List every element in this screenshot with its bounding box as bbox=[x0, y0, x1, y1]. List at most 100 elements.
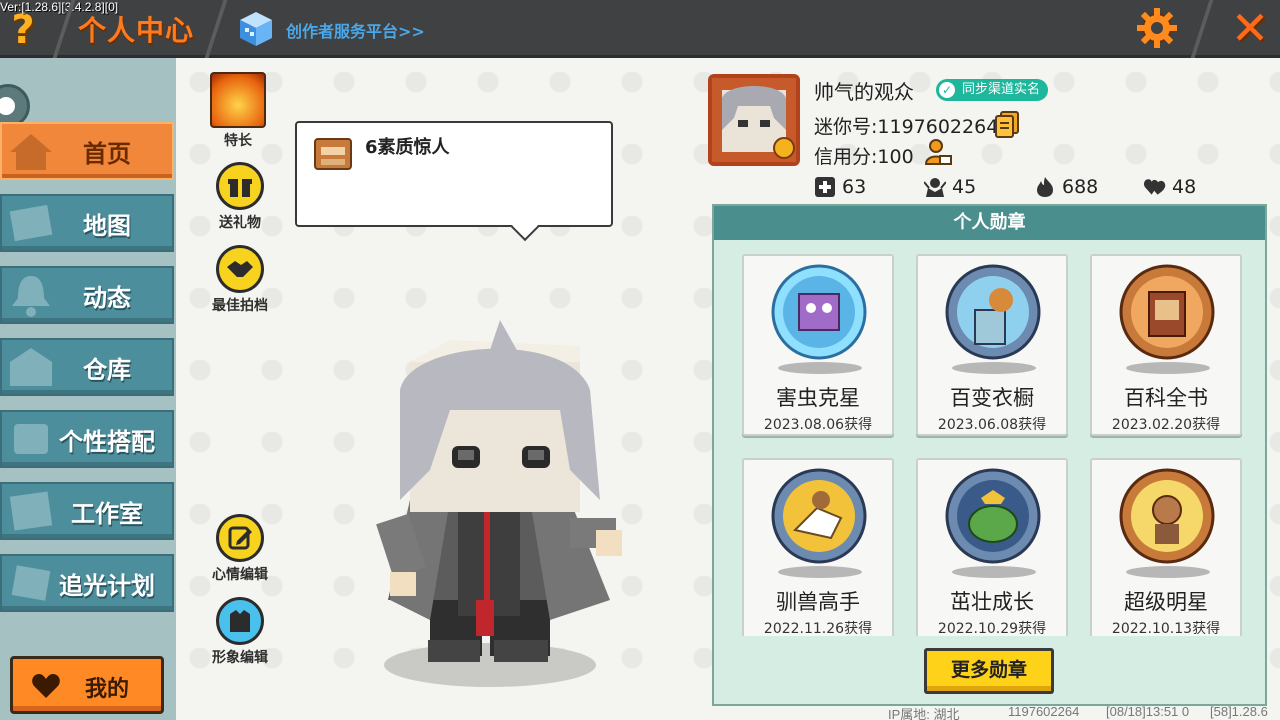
credit-score: 信用分:100 bbox=[814, 146, 914, 168]
sidebar-item-label: 个性搭配 bbox=[59, 427, 155, 456]
gift-button[interactable]: 送礼物 bbox=[200, 162, 280, 232]
footer-time: [08/18]13:51 0 bbox=[1106, 704, 1190, 719]
medal-date: 2023.02.20获得 bbox=[1111, 417, 1221, 433]
medal-date: 2023.08.06获得 bbox=[763, 417, 873, 433]
medal-name: 害虫克星 bbox=[776, 386, 860, 410]
profile-avatar[interactable] bbox=[708, 74, 800, 166]
talent-icon bbox=[210, 72, 266, 128]
sidebar-item-label: 仓库 bbox=[83, 355, 131, 384]
avatar-edit-label: 形象编辑 bbox=[212, 650, 268, 666]
edit-icon bbox=[216, 514, 264, 562]
top-bar: ? Ver:[1.28.6][3.4.2.8][0] 个人中心 创作者服务平台>… bbox=[0, 0, 1280, 58]
credit-user-icon[interactable] bbox=[924, 138, 952, 166]
stat-posts-value: 63 bbox=[842, 176, 867, 198]
more-medals-button[interactable]: 更多勋章 bbox=[924, 648, 1054, 694]
home-icon bbox=[10, 134, 52, 170]
gift-label: 送礼物 bbox=[219, 215, 261, 231]
handshake-icon bbox=[216, 245, 264, 293]
book-medal-icon bbox=[1119, 264, 1215, 360]
hearts-icon bbox=[1144, 179, 1166, 195]
sidebar-item-map[interactable]: 地图 bbox=[0, 194, 174, 252]
sidebar-item-outfit[interactable]: 个性搭配 bbox=[0, 410, 174, 468]
stat-likes[interactable]: 48 bbox=[1144, 174, 1196, 200]
bug-medal-icon bbox=[771, 264, 867, 360]
character-badge-icon bbox=[314, 138, 352, 170]
fans-icon bbox=[924, 178, 946, 197]
medal-shadow bbox=[952, 362, 1036, 374]
medal-card-superstar[interactable]: 超级明星 2022.10.13获得 bbox=[1090, 458, 1242, 636]
ip-location: IP属地: 湖北 bbox=[888, 707, 960, 720]
user-check-icon: ✓ bbox=[939, 82, 955, 98]
medal-name: 超级明星 bbox=[1124, 590, 1208, 614]
mood-bubble: 6素质惊人 bbox=[295, 121, 613, 227]
divider bbox=[1190, 0, 1214, 58]
medal-card-beast-tamer[interactable]: 驯兽高手 2022.11.26获得 bbox=[742, 458, 894, 636]
frog-medal-icon bbox=[945, 468, 1041, 564]
sidebar-item-warehouse[interactable]: 仓库 bbox=[0, 338, 174, 396]
outfit-edit-icon bbox=[216, 597, 264, 645]
medal-shadow bbox=[952, 566, 1036, 578]
stat-posts[interactable]: 63 bbox=[814, 174, 866, 200]
player-avatar bbox=[376, 320, 622, 687]
best-partner-label: 最佳拍档 bbox=[212, 298, 268, 314]
medal-date: 2022.10.13获得 bbox=[1111, 621, 1221, 636]
footer-uid: 1197602264 bbox=[1008, 704, 1080, 719]
gift-icon bbox=[216, 162, 264, 210]
sidebar-item-label: 工作室 bbox=[71, 499, 143, 528]
sidebar-item-label: 追光计划 bbox=[59, 571, 155, 600]
medal-name: 驯兽高手 bbox=[776, 590, 860, 614]
sidebar-item-label: 地图 bbox=[83, 211, 131, 240]
sidebar-item-label: 动态 bbox=[83, 283, 131, 312]
sidebar-item-feed[interactable]: 动态 bbox=[0, 266, 174, 324]
map-icon bbox=[9, 204, 53, 242]
sidebar-item-home[interactable]: 首页 bbox=[0, 122, 174, 180]
mini-id: 迷你号:1197602264 bbox=[814, 116, 999, 138]
creator-platform-link[interactable]: 创作者服务平台>> bbox=[286, 18, 425, 42]
mood-edit-button[interactable]: 心情编辑 bbox=[200, 514, 280, 584]
my-button[interactable]: 我的 bbox=[10, 656, 164, 714]
avatar-edit-button[interactable]: 形象编辑 bbox=[200, 597, 280, 667]
divider bbox=[204, 0, 228, 58]
talent-label: 特长 bbox=[224, 133, 252, 149]
medal-name: 百变衣橱 bbox=[950, 386, 1034, 410]
stat-popularity-value: 688 bbox=[1062, 176, 1099, 198]
medal-shadow bbox=[778, 362, 862, 374]
bell-icon bbox=[12, 276, 50, 317]
warehouse-icon bbox=[10, 348, 52, 386]
medal-panel: 个人勋章 害虫克星 2023.08.06获得 百变衣橱 2023.06.08获得 bbox=[712, 204, 1267, 706]
best-partner-button[interactable]: 最佳拍档 bbox=[200, 245, 280, 315]
talent-button[interactable]: 特长 bbox=[198, 72, 278, 150]
medal-card-pest-buster[interactable]: 害虫克星 2023.08.06获得 bbox=[742, 254, 894, 436]
medal-panel-title: 个人勋章 bbox=[714, 206, 1265, 240]
medal-name: 百科全书 bbox=[1124, 386, 1208, 410]
copy-icon[interactable] bbox=[994, 110, 1020, 138]
nickname: 帅气的观众 bbox=[814, 80, 914, 104]
medal-card-encyclopedia[interactable]: 百科全书 2023.02.20获得 bbox=[1090, 254, 1242, 436]
realname-badge[interactable]: ✓ 同步渠道实名 bbox=[936, 79, 1049, 101]
mood-edit-label: 心情编辑 bbox=[212, 567, 268, 583]
medal-card-thrive[interactable]: 茁壮成长 2022.10.29获得 bbox=[916, 458, 1068, 636]
cube-icon[interactable] bbox=[238, 10, 274, 48]
wardrobe-medal-icon bbox=[945, 264, 1041, 360]
close-icon[interactable]: ✕ bbox=[1228, 4, 1272, 52]
mood-text: 6素质惊人 bbox=[365, 137, 450, 158]
medal-shadow bbox=[778, 566, 862, 578]
gear-icon[interactable] bbox=[1135, 6, 1179, 50]
medal-date: 2023.06.08获得 bbox=[937, 417, 1047, 433]
stat-fans-value: 45 bbox=[952, 176, 977, 198]
heart-icon bbox=[32, 674, 60, 698]
medal-card-wardrobe[interactable]: 百变衣橱 2023.06.08获得 bbox=[916, 254, 1068, 436]
stat-popularity[interactable]: 688 bbox=[1034, 174, 1098, 200]
stat-likes-value: 48 bbox=[1172, 176, 1197, 198]
page-title: 个人中心 bbox=[78, 14, 195, 47]
medal-date: 2022.11.26获得 bbox=[763, 621, 873, 636]
medal-name: 茁壮成长 bbox=[950, 590, 1034, 614]
sidebar-item-studio[interactable]: 工作室 bbox=[0, 482, 174, 540]
medal-shadow bbox=[1126, 566, 1210, 578]
realname-badge-label: 同步渠道实名 bbox=[962, 82, 1041, 97]
star-medal-icon bbox=[1119, 468, 1215, 564]
help-icon[interactable]: ? bbox=[6, 8, 40, 52]
medal-shadow bbox=[1126, 362, 1210, 374]
sidebar-item-spotlight[interactable]: 追光计划 bbox=[0, 554, 174, 612]
stat-fans[interactable]: 45 bbox=[924, 174, 976, 200]
